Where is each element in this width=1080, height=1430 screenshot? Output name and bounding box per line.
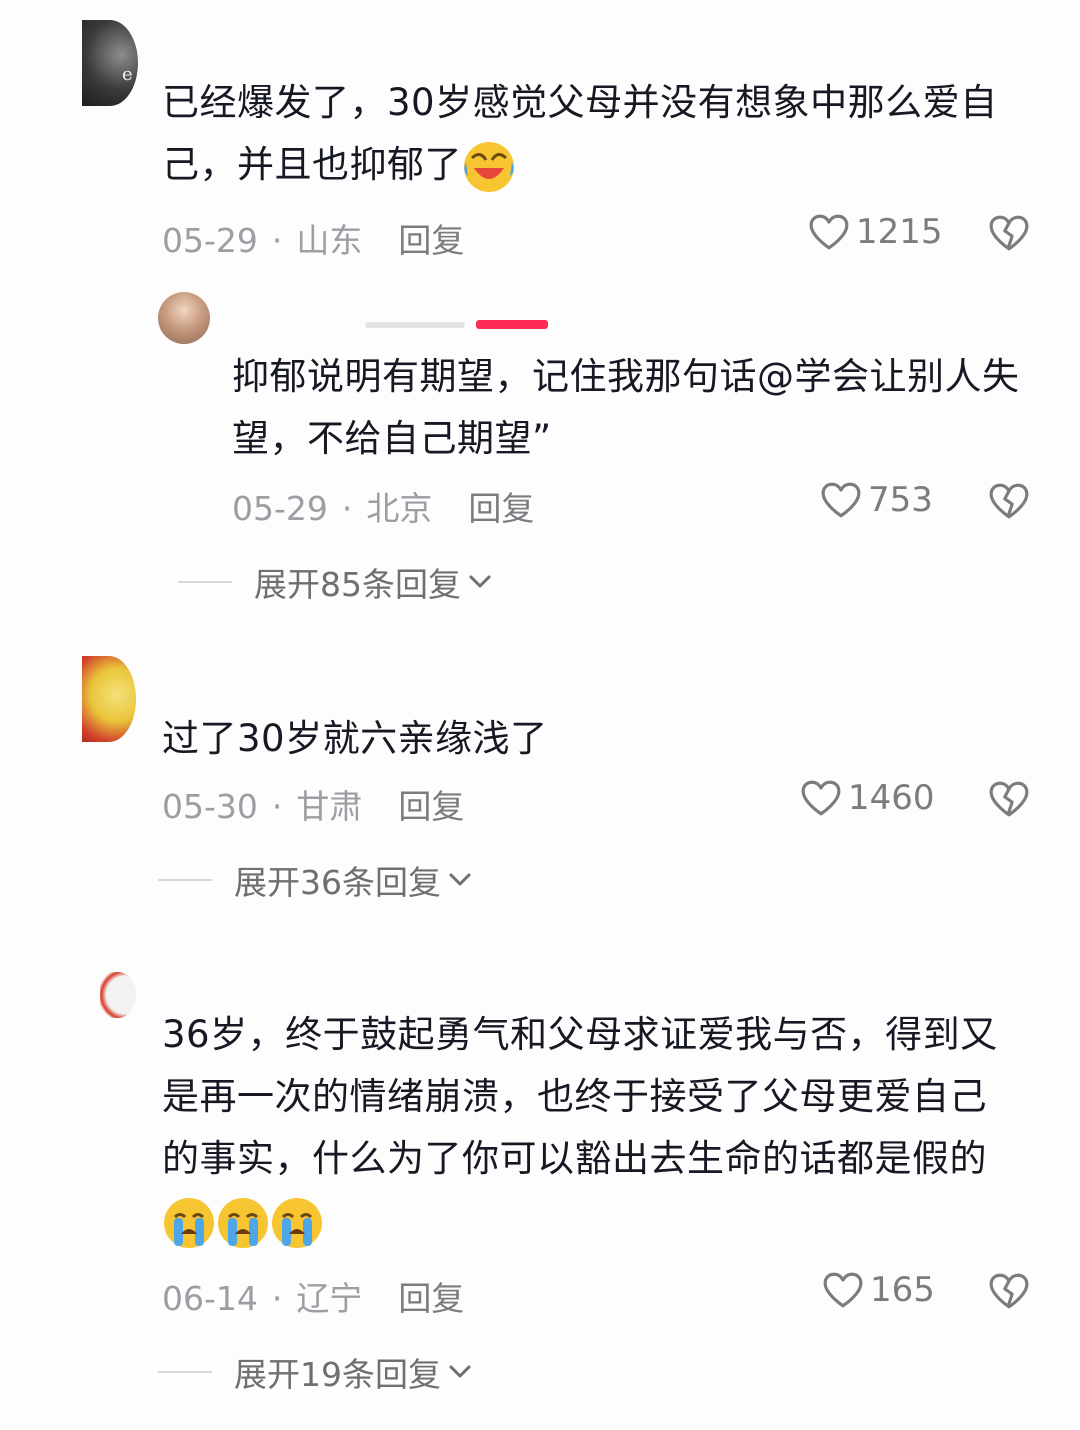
heart-icon <box>800 779 842 817</box>
face-with-tears-of-joy-icon <box>462 140 516 194</box>
broken-heart-icon[interactable] <box>988 780 1030 818</box>
reply-meta: 05-29 · 北京 回复 <box>232 482 534 530</box>
like-button[interactable]: 1460 <box>800 778 935 818</box>
reply-avatar[interactable] <box>158 292 210 344</box>
comment-date: 06-14 <box>162 1279 258 1318</box>
comment-text: 已经爆发了，30岁感觉父母并没有想象中那么爱自己，并且也抑郁了 <box>162 72 1042 196</box>
reply-button[interactable]: 回复 <box>468 489 534 528</box>
loudly-crying-face-icon <box>162 1196 216 1250</box>
reply-date: 05-29 <box>232 489 328 528</box>
avatar[interactable] <box>82 656 136 742</box>
comment-date: 05-30 <box>162 787 258 826</box>
avatar[interactable] <box>100 972 136 1018</box>
divider <box>158 879 212 881</box>
expand-label: 展开36条回复 <box>234 863 441 902</box>
comment-meta: 05-29 · 山东 回复 <box>162 214 464 262</box>
reply-text: 抑郁说明有期望，记住我那句话@学会让别人失望，不给自己期望” <box>232 355 1020 460</box>
like-count: 165 <box>870 1270 935 1310</box>
comment-meta: 05-30 · 甘肃 回复 <box>162 780 464 828</box>
divider <box>158 1371 212 1373</box>
expand-replies-button[interactable]: 展开19条回复 <box>158 1348 473 1396</box>
expand-replies-button[interactable]: 展开36条回复 <box>158 856 473 904</box>
comment-meta: 06-14 · 辽宁 回复 <box>162 1272 464 1320</box>
comment-location: 甘肃 <box>296 787 363 826</box>
broken-heart-icon[interactable] <box>988 482 1030 520</box>
separator: · <box>341 489 353 528</box>
like-count: 1460 <box>848 778 935 818</box>
comment-date: 05-29 <box>162 221 258 260</box>
reply-location: 北京 <box>366 489 433 528</box>
avatar[interactable]: e <box>82 20 138 106</box>
expand-label: 展开19条回复 <box>234 1355 441 1394</box>
like-button[interactable]: 753 <box>820 480 933 520</box>
expand-replies-button[interactable]: 展开85条回复 <box>178 558 493 606</box>
like-button[interactable]: 1215 <box>808 212 943 252</box>
broken-heart-icon[interactable] <box>988 1272 1030 1310</box>
like-button[interactable]: 165 <box>822 1270 935 1310</box>
like-count: 753 <box>868 480 933 520</box>
comment-location: 山东 <box>296 221 363 260</box>
reply-button[interactable]: 回复 <box>398 787 464 826</box>
chevron-down-icon <box>467 574 493 590</box>
heart-icon <box>822 1271 864 1309</box>
username-placeholder <box>365 322 465 328</box>
expand-label: 展开85条回复 <box>254 565 461 604</box>
separator: · <box>271 1279 283 1318</box>
loudly-crying-face-icon <box>270 1196 324 1250</box>
chevron-down-icon <box>447 872 473 888</box>
chevron-down-icon <box>447 1364 473 1380</box>
like-count: 1215 <box>856 212 943 252</box>
heart-icon <box>820 481 862 519</box>
author-badge <box>476 320 548 329</box>
separator: · <box>271 221 283 260</box>
comment-text: 过了30岁就六亲缘浅了 <box>162 717 548 760</box>
comment-text: 36岁，终于鼓起勇气和父母求证爱我与否，得到又是再一次的情绪崩溃，也终于接受了父… <box>162 1004 1022 1252</box>
separator: · <box>271 787 283 826</box>
comment-location: 辽宁 <box>296 1279 363 1318</box>
broken-heart-icon[interactable] <box>988 214 1030 252</box>
divider <box>178 581 232 583</box>
reply-button[interactable]: 回复 <box>398 221 464 260</box>
reply-button[interactable]: 回复 <box>398 1279 464 1318</box>
heart-icon <box>808 213 850 251</box>
loudly-crying-face-icon <box>216 1196 270 1250</box>
